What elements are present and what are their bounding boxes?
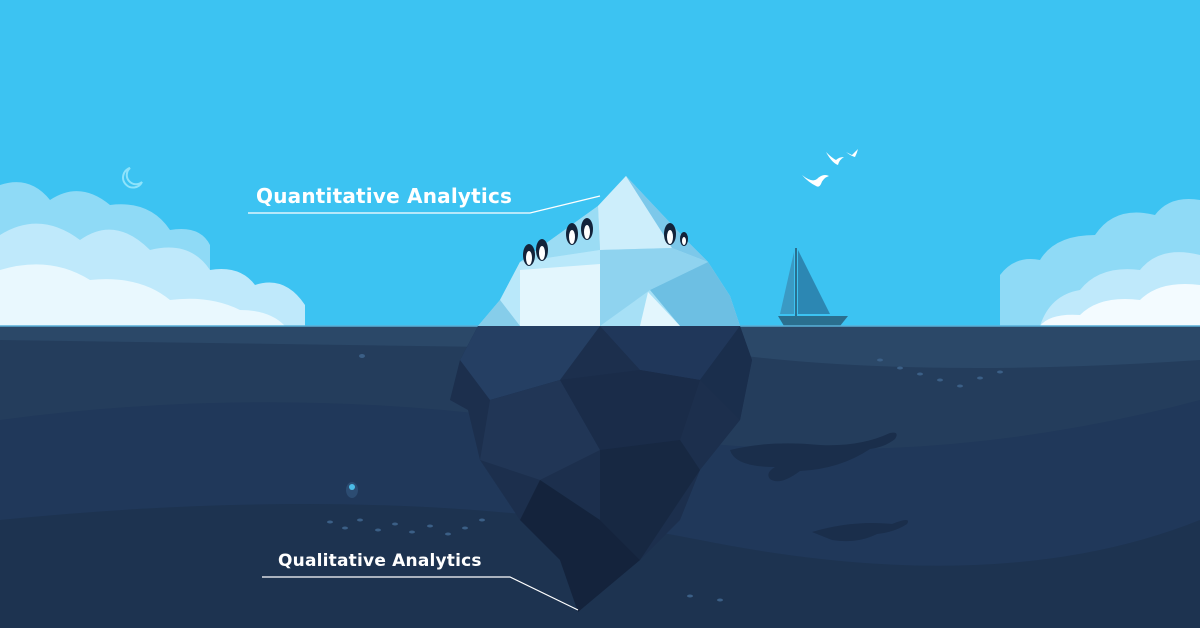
iceberg-scene (0, 0, 1200, 628)
diver-icon (346, 482, 358, 498)
quantitative-analytics-label: Quantitative Analytics (256, 184, 513, 208)
qualitative-analytics-label: Qualitative Analytics (278, 551, 482, 571)
iceberg-illustration: Quantitative Analytics Qualitative Analy… (0, 0, 1200, 628)
